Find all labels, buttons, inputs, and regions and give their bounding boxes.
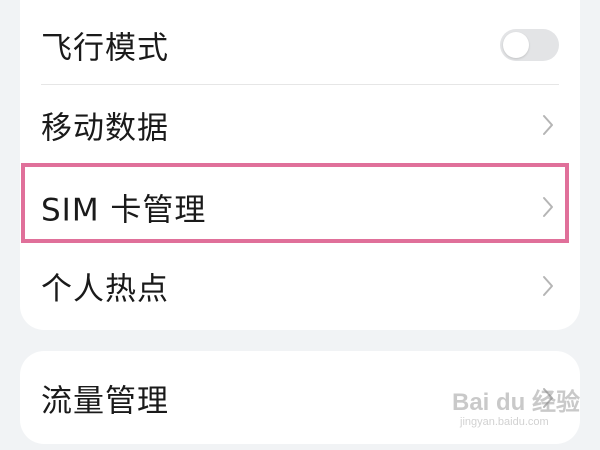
- data-settings-card: 流量管理: [20, 351, 580, 444]
- airplane-mode-label: 飞行模式: [41, 30, 169, 67]
- mobile-data-row[interactable]: 移动数据: [20, 85, 580, 165]
- traffic-management-label: 流量管理: [41, 383, 169, 420]
- airplane-mode-toggle[interactable]: [500, 29, 559, 61]
- chevron-right-icon: [543, 197, 553, 217]
- traffic-management-row[interactable]: 流量管理: [20, 358, 580, 438]
- sim-card-management-row[interactable]: SIM 卡管理: [20, 167, 580, 247]
- airplane-mode-row[interactable]: 飞行模式: [20, 5, 580, 85]
- chevron-right-icon: [543, 276, 553, 296]
- personal-hotspot-label: 个人热点: [41, 271, 169, 308]
- connection-settings-card: 飞行模式 移动数据 SIM 卡管理 个人热点: [20, 0, 580, 330]
- chevron-right-icon: [543, 115, 553, 135]
- toggle-knob: [503, 32, 529, 58]
- personal-hotspot-row[interactable]: 个人热点: [20, 246, 580, 326]
- sim-card-management-label: SIM 卡管理: [41, 192, 207, 229]
- mobile-data-label: 移动数据: [41, 110, 169, 147]
- chevron-right-icon: [543, 388, 553, 408]
